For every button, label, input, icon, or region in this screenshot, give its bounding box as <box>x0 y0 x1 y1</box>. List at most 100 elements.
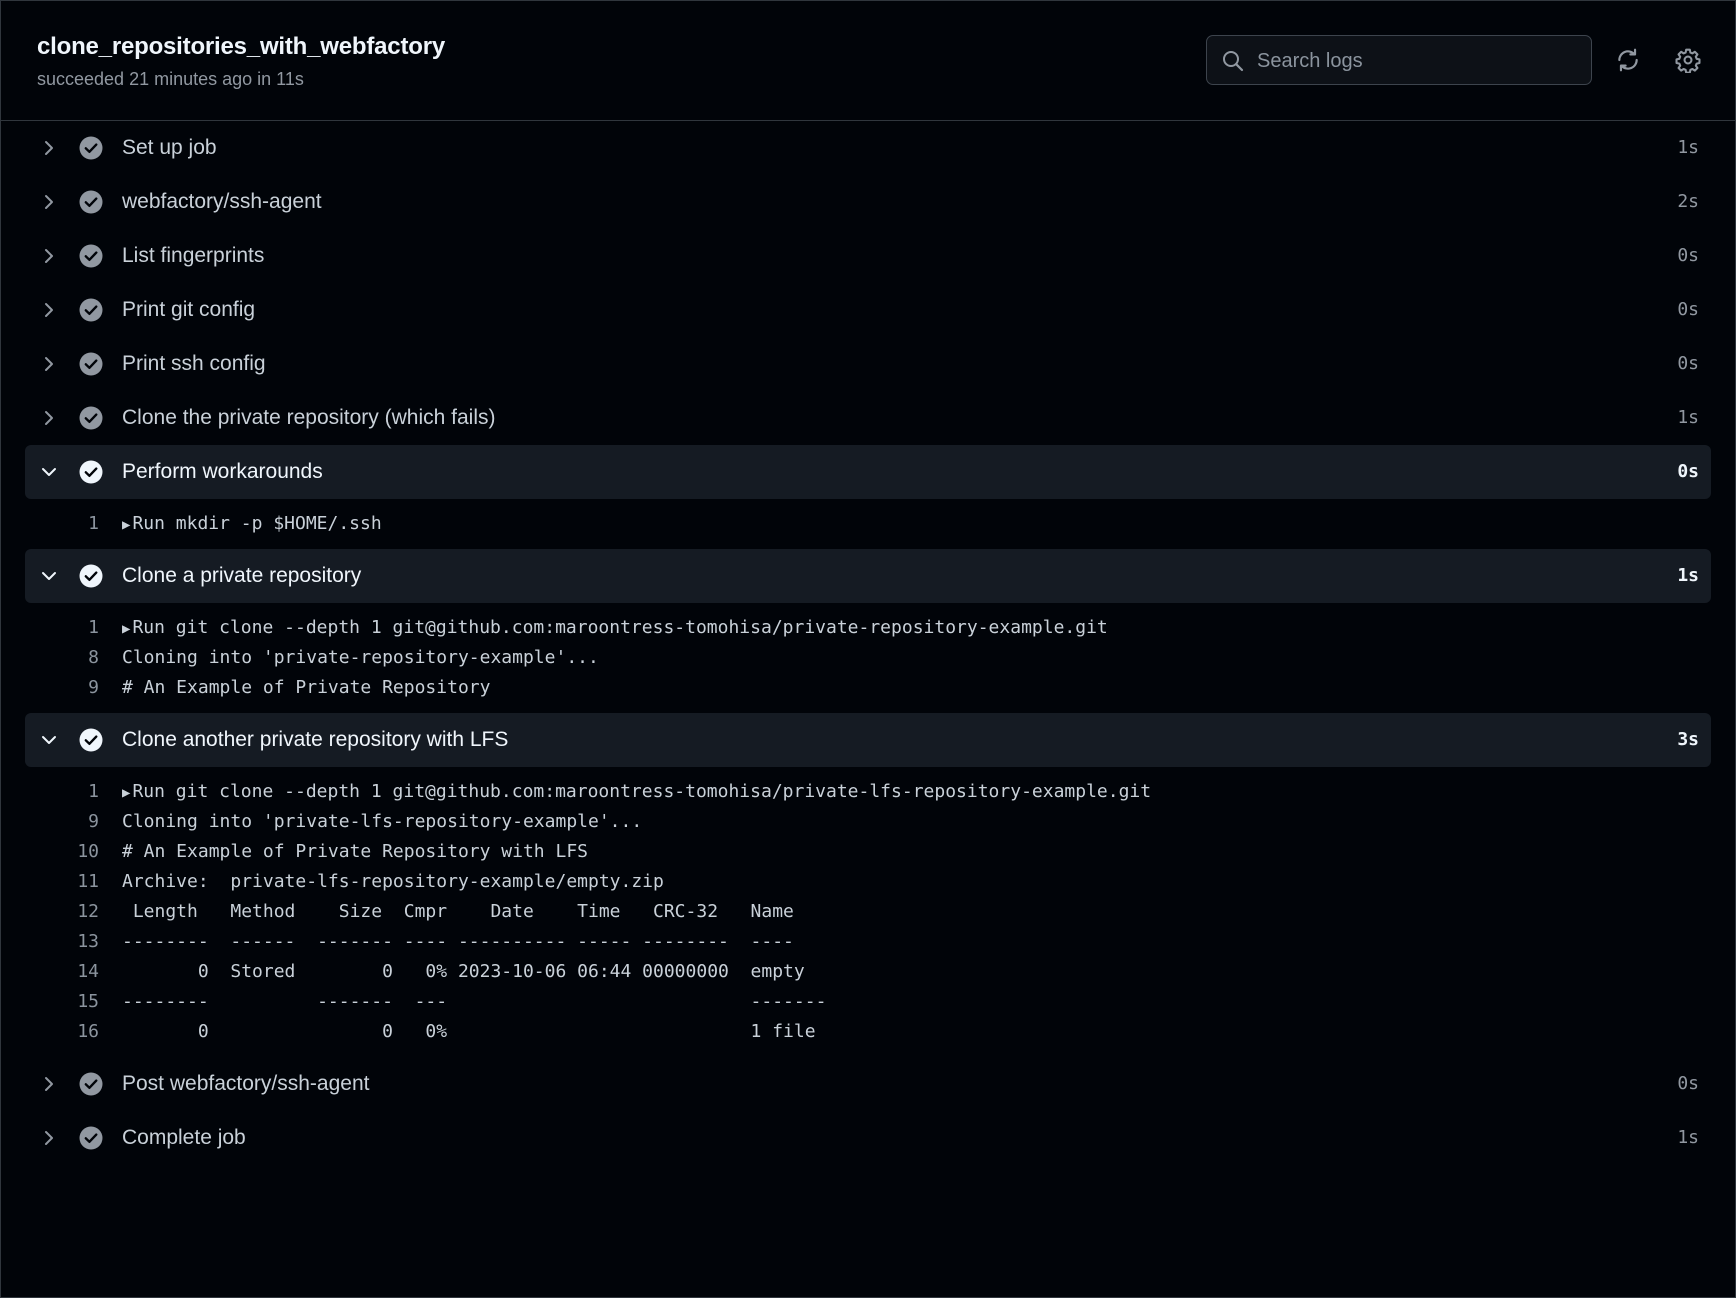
log-text: -------- ------ ------- ---- ---------- … <box>122 931 794 952</box>
log-text: # An Example of Private Repository <box>122 677 491 698</box>
chevron-right-icon[interactable] <box>39 300 59 320</box>
check-circle-icon <box>79 460 103 484</box>
log-group-line[interactable]: 1 ▶ Run git clone --depth 1 git@github.com… <box>25 613 1711 643</box>
step-duration: 0s <box>1677 353 1699 374</box>
step-label: Post webfactory/ssh-agent <box>122 1072 370 1095</box>
triangle-right-icon[interactable]: ▶ <box>122 517 130 533</box>
step-duration: 1s <box>1677 137 1699 158</box>
log-text: 0 Stored 0 0% 2023-10-06 06:44 00000000 … <box>122 961 805 982</box>
check-circle-icon <box>79 244 103 268</box>
step-log: 1 ▶ Run mkdir -p $HOME/.ssh <box>25 499 1711 549</box>
log-text: # An Example of Private Repository with … <box>122 841 588 862</box>
step-row[interactable]: Clone a private repository 1s <box>25 549 1711 603</box>
step-duration: 0s <box>1677 245 1699 266</box>
step-label: Print ssh config <box>122 352 266 375</box>
step-row[interactable]: Post webfactory/ssh-agent 0s <box>25 1057 1711 1111</box>
search-box[interactable] <box>1206 35 1592 86</box>
line-number[interactable]: 9 <box>25 811 99 832</box>
step-duration: 0s <box>1677 299 1699 320</box>
log-text: Archive: private-lfs-repository-example/… <box>122 871 664 892</box>
line-number[interactable]: 13 <box>25 931 99 952</box>
step-label: Clone the private repository (which fail… <box>122 406 496 429</box>
log-group-line[interactable]: 1 ▶ Run mkdir -p $HOME/.ssh <box>25 509 1711 539</box>
sync-icon <box>1618 48 1638 72</box>
line-number[interactable]: 12 <box>25 901 99 922</box>
line-number[interactable]: 8 <box>25 647 99 668</box>
step-log: 1 ▶ Run git clone --depth 1 git@github.com… <box>25 603 1711 713</box>
step-label: Print git config <box>122 298 256 321</box>
line-number[interactable]: 15 <box>25 991 99 1012</box>
log-text: Length Method Size Cmpr Date Time CRC-32… <box>122 901 794 922</box>
chevron-down-icon[interactable] <box>39 462 59 482</box>
line-number[interactable]: 9 <box>25 677 99 698</box>
line-number[interactable]: 11 <box>25 871 99 892</box>
log-line: 14 0 Stored 0 0% 2023-10-06 06:44 000000… <box>25 957 1711 987</box>
search-input[interactable] <box>1255 36 1579 86</box>
check-circle-icon <box>79 1072 103 1096</box>
triangle-right-icon[interactable]: ▶ <box>122 621 130 637</box>
check-circle-icon <box>79 190 103 214</box>
check-circle-icon <box>79 298 103 322</box>
line-number[interactable]: 14 <box>25 961 99 982</box>
log-text: -------- ------- --- ------- <box>122 991 827 1012</box>
check-circle-icon <box>79 1126 103 1150</box>
settings-button[interactable] <box>1673 45 1703 75</box>
step-row[interactable]: Complete job 1s <box>25 1111 1711 1165</box>
step-row[interactable]: Perform workarounds 0s <box>25 445 1711 499</box>
job-title: clone_repositories_with_webfactory <box>37 33 445 60</box>
chevron-right-icon[interactable] <box>39 192 59 212</box>
log-text: Cloning into 'private-lfs-repository-exa… <box>122 811 643 832</box>
chevron-right-icon[interactable] <box>39 354 59 374</box>
step-label: webfactory/ssh-agent <box>122 190 322 213</box>
log-text: Run mkdir -p $HOME/.ssh <box>132 513 382 534</box>
log-text: Run git clone --depth 1 git@github.com:m… <box>132 781 1152 802</box>
step-log: 1 ▶ Run git clone --depth 1 git@github.com… <box>25 767 1711 1057</box>
search-icon <box>1223 51 1244 72</box>
log-line: 11 Archive: private-lfs-repository-exampl… <box>25 867 1711 897</box>
line-number[interactable]: 1 <box>25 617 99 638</box>
gear-icon <box>1675 48 1701 73</box>
refresh-button[interactable] <box>1613 45 1643 75</box>
step-row[interactable]: Clone another private repository with LF… <box>25 713 1711 767</box>
chevron-right-icon[interactable] <box>39 1074 59 1094</box>
line-number[interactable]: 10 <box>25 841 99 862</box>
log-line: 9 Cloning into 'private-lfs-repository-ex… <box>25 807 1711 837</box>
line-number[interactable]: 1 <box>25 781 99 802</box>
job-log-panel: clone_repositories_with_webfactory succe… <box>0 0 1736 1298</box>
log-line: 16 0 0 0% 1 file <box>25 1017 1711 1047</box>
chevron-down-icon[interactable] <box>39 730 59 750</box>
log-line: 13 -------- ------ ------- ---- ---------… <box>25 927 1711 957</box>
line-number[interactable]: 1 <box>25 513 99 534</box>
check-circle-icon <box>79 406 103 430</box>
step-duration: 1s <box>1677 565 1699 586</box>
step-label: Clone another private repository with LF… <box>122 728 509 751</box>
chevron-right-icon[interactable] <box>39 1128 59 1148</box>
step-label: Clone a private repository <box>122 564 362 587</box>
line-number[interactable]: 16 <box>25 1021 99 1042</box>
chevron-right-icon[interactable] <box>39 408 59 428</box>
step-duration: 0s <box>1677 461 1699 482</box>
steps-list: Set up job 1s webfactory/ssh-agent 2s List f… <box>1 121 1735 1165</box>
chevron-right-icon[interactable] <box>39 246 59 266</box>
step-row[interactable]: Print ssh config 0s <box>25 337 1711 391</box>
chevron-right-icon[interactable] <box>39 138 59 158</box>
step-label: Complete job <box>122 1126 246 1149</box>
step-row[interactable]: Print git config 0s <box>25 283 1711 337</box>
triangle-right-icon[interactable]: ▶ <box>122 785 130 801</box>
log-text: Cloning into 'private-repository-example… <box>122 647 599 668</box>
step-row[interactable]: List fingerprints 0s <box>25 229 1711 283</box>
step-label: Perform workarounds <box>122 460 323 483</box>
step-label: Set up job <box>122 136 217 159</box>
step-duration: 0s <box>1677 1073 1699 1094</box>
log-line: 15 -------- ------- --- ------- <box>25 987 1711 1017</box>
step-label: List fingerprints <box>122 244 265 267</box>
log-group-line[interactable]: 1 ▶ Run git clone --depth 1 git@github.com… <box>25 777 1711 807</box>
step-duration: 3s <box>1677 729 1699 750</box>
step-duration: 2s <box>1677 191 1699 212</box>
step-row[interactable]: webfactory/ssh-agent 2s <box>25 175 1711 229</box>
chevron-down-icon[interactable] <box>39 566 59 586</box>
step-row[interactable]: Set up job 1s <box>25 121 1711 175</box>
log-line: 12 Length Method Size Cmpr Date Time CRC… <box>25 897 1711 927</box>
log-line: 10 # An Example of Private Repository wit… <box>25 837 1711 867</box>
step-row[interactable]: Clone the private repository (which fail… <box>25 391 1711 445</box>
